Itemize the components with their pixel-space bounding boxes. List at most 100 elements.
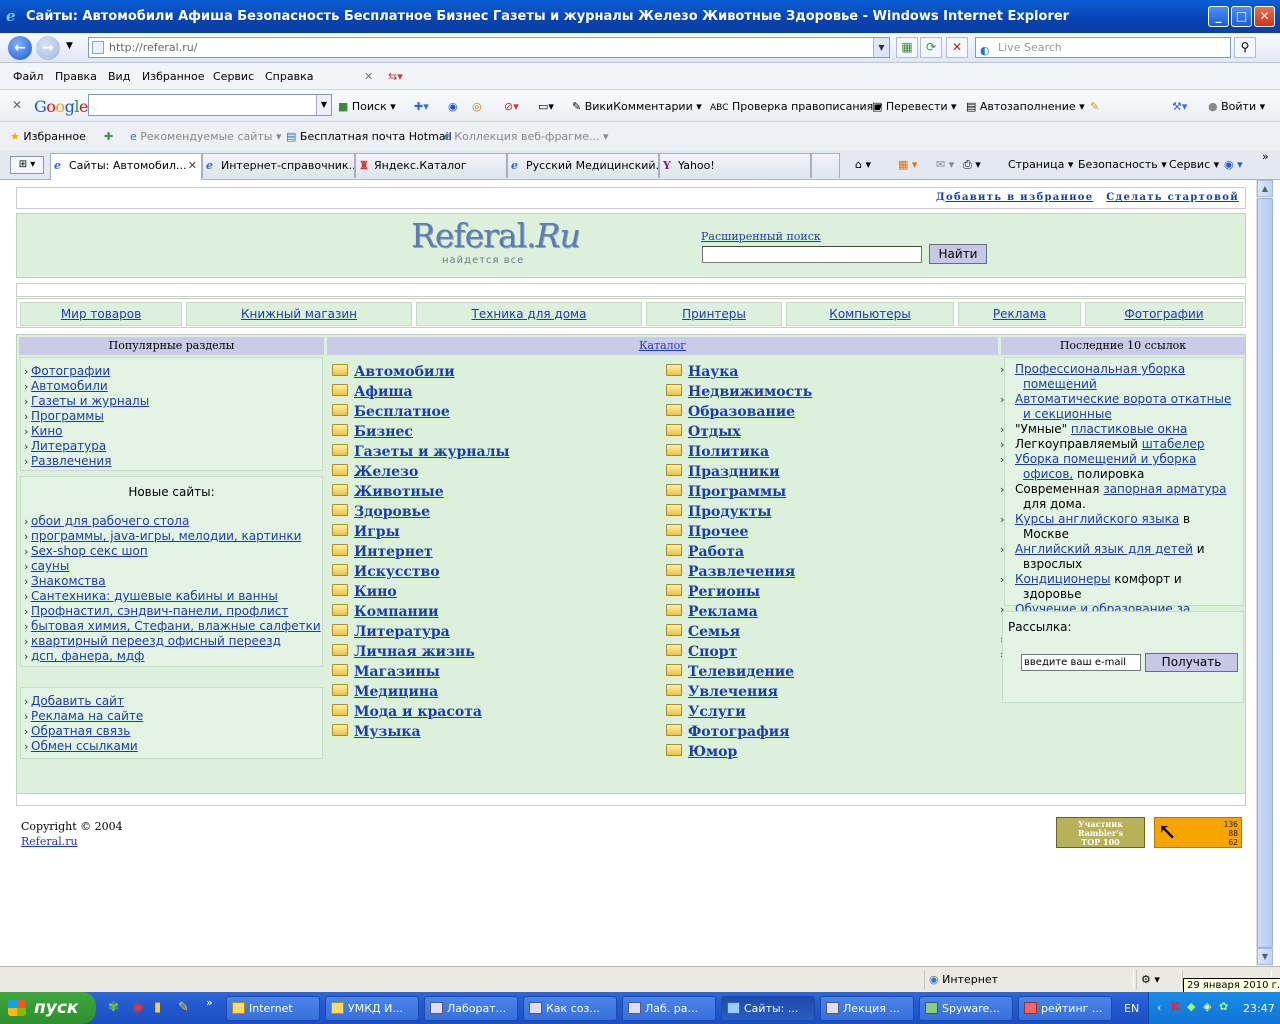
tray-antivirus-icon[interactable]: K: [1171, 1000, 1180, 1013]
catalog-link[interactable]: Семья: [688, 624, 740, 640]
catalog-link[interactable]: Регионы: [688, 584, 760, 600]
catalog-link[interactable]: Каталог: [639, 339, 686, 352]
catalog-link[interactable]: Здоровье: [354, 504, 430, 520]
catalog-link[interactable]: Политика: [688, 444, 769, 460]
settings-wrench-icon[interactable]: ⚒▾: [1172, 100, 1187, 113]
autofill-button[interactable]: ▤ Автозаполнение ▾: [966, 100, 1085, 113]
bookmarks-icon[interactable]: ▭▾: [538, 100, 554, 113]
catalog-link[interactable]: Услуги: [688, 704, 746, 720]
catalog-link[interactable]: Образование: [688, 404, 795, 420]
toolbar-close-icon[interactable]: ✕: [12, 98, 22, 112]
popup-blocker-icon[interactable]: ⊘▾: [504, 100, 519, 113]
live-search-input[interactable]: ◐ Live Search: [975, 37, 1231, 58]
catalog-link[interactable]: Прочее: [688, 524, 748, 540]
mail-icon[interactable]: ✉ ▾: [936, 158, 954, 171]
compatibility-icon[interactable]: ▦: [896, 37, 918, 58]
spellcheck-button[interactable]: ABC Проверка правописания ▾: [710, 100, 882, 113]
copyright-link[interactable]: Referal.ru: [21, 835, 78, 848]
catalog-link[interactable]: Реклама: [688, 604, 758, 620]
home-icon[interactable]: ⌂ ▾: [855, 158, 871, 171]
catalog-link[interactable]: Искусство: [354, 564, 440, 580]
tab-russian-medical[interactable]: e Русский Медицинский...: [507, 153, 659, 178]
catalog-link[interactable]: Бизнес: [354, 424, 413, 440]
menu-favorites[interactable]: Избранное: [142, 70, 204, 83]
catalog-link[interactable]: Животные: [354, 484, 444, 500]
vertical-scrollbar[interactable]: ▲ ▼: [1256, 180, 1273, 966]
menu-close-icon[interactable]: ✕: [364, 70, 373, 83]
google-search-input[interactable]: ▼: [88, 94, 332, 116]
tab-yahoo[interactable]: Y Yahoo!: [659, 153, 811, 178]
feeds-icon[interactable]: ▦ ▾: [898, 158, 917, 171]
maximize-button[interactable]: □: [1231, 6, 1252, 27]
language-indicator[interactable]: EN: [1124, 1002, 1139, 1015]
site-search-input[interactable]: [702, 246, 922, 263]
google-search-button[interactable]: ■ Поиск ▾: [338, 100, 396, 113]
tab-sites[interactable]: e Сайты: Автомобил... ✕: [50, 153, 202, 180]
translate-toolbar-icon[interactable]: ⇆▾: [388, 70, 403, 83]
menu-view[interactable]: Вид: [108, 70, 130, 83]
page-menu[interactable]: Страница ▾: [1008, 158, 1073, 171]
taskbar-item[interactable]: УМКД И...: [325, 996, 419, 1021]
quicklaunch-overflow-icon[interactable]: »: [206, 996, 213, 1009]
catalog-link[interactable]: Праздники: [688, 464, 779, 480]
catalog-link[interactable]: Газеты и журналы: [354, 444, 510, 460]
catalog-link[interactable]: Интернет: [354, 544, 433, 560]
catalog-link[interactable]: Увлечения: [688, 684, 778, 700]
catalog-link[interactable]: Работа: [688, 544, 744, 560]
nav-link[interactable]: Мир товаров: [61, 307, 141, 321]
catalog-link[interactable]: Музыка: [354, 724, 421, 740]
catalog-link[interactable]: Игры: [354, 524, 400, 540]
taskbar-item[interactable]: Spyware...: [919, 996, 1013, 1021]
catalog-link[interactable]: Компании: [354, 604, 439, 620]
search-go-icon[interactable]: ⚲: [1234, 37, 1256, 58]
quicklaunch-icon[interactable]: ✾: [108, 1000, 119, 1015]
signin-button[interactable]: ● Войти ▾: [1208, 100, 1265, 113]
site-logo[interactable]: Referal.Ru найдется все: [411, 216, 581, 272]
refresh-icon[interactable]: ⟳: [920, 37, 942, 58]
find-button[interactable]: Найти: [929, 244, 987, 264]
catalog-link[interactable]: Личная жизнь: [354, 644, 475, 660]
tab-yandex-catalog[interactable]: ♜ Яндекс.Каталог: [355, 153, 507, 178]
fav-item-webslices[interactable]: e Коллекция веб-фрагме... ▾: [444, 130, 609, 143]
nav-link[interactable]: Принтеры: [682, 307, 746, 321]
catalog-link[interactable]: Спорт: [688, 644, 737, 660]
tray-network-icon[interactable]: ◆: [1187, 1000, 1195, 1013]
subscribe-button[interactable]: Получать: [1145, 653, 1238, 672]
stop-icon[interactable]: ✕: [946, 37, 968, 58]
nav-link[interactable]: Фотографии: [1124, 307, 1203, 321]
catalog-link[interactable]: Железо: [354, 464, 418, 480]
catalog-link[interactable]: Литература: [354, 624, 450, 640]
make-homepage-link[interactable]: Сделать стартовой: [1106, 192, 1239, 203]
scroll-up-icon[interactable]: ▲: [1257, 180, 1273, 197]
new-tab-button[interactable]: [811, 153, 840, 178]
quicklaunch-folder-icon[interactable]: ▮: [154, 1000, 161, 1015]
taskbar-item[interactable]: Сайты: ...: [721, 996, 815, 1021]
catalog-link[interactable]: Афиша: [354, 384, 413, 400]
close-button[interactable]: ✕: [1254, 6, 1275, 27]
catalog-link[interactable]: Юмор: [688, 744, 737, 760]
tab-internet-directory[interactable]: e Интернет-справочник...: [202, 153, 355, 178]
quick-tabs-icon[interactable]: ⊞ ▾: [10, 156, 44, 174]
taskbar-item[interactable]: Лекция ...: [820, 996, 914, 1021]
nav-link[interactable]: Реклама: [993, 307, 1046, 321]
favorites-button[interactable]: ★ Избранное: [10, 130, 86, 143]
window-title-bar[interactable]: e Сайты: Автомобили Афиша Безопасность Б…: [0, 0, 1280, 33]
pagerank-icon[interactable]: ◉: [448, 100, 458, 113]
taskbar-item[interactable]: рейтинг ...: [1018, 996, 1112, 1021]
top100-counter-badge[interactable]: ↖ 136 88 62: [1154, 817, 1242, 848]
toolbar-overflow-icon[interactable]: »: [1262, 150, 1269, 163]
catalog-link[interactable]: Фотография: [688, 724, 789, 740]
nav-link[interactable]: Компьютеры: [829, 307, 910, 321]
tab-close-icon[interactable]: ✕: [188, 154, 197, 177]
menu-tools[interactable]: Сервис: [213, 70, 254, 83]
catalog-link[interactable]: Наука: [688, 364, 738, 380]
history-dropdown-icon[interactable]: ▼: [66, 41, 73, 51]
highlight-icon[interactable]: ✎: [1090, 100, 1099, 113]
catalog-link[interactable]: Недвижимость: [688, 384, 812, 400]
tray-clock[interactable]: 23:47: [1243, 1002, 1275, 1015]
catalog-link[interactable]: Кино: [354, 584, 397, 600]
catalog-link[interactable]: Медицина: [354, 684, 438, 700]
newsletter-email-input[interactable]: введите ваш e-mail: [1021, 654, 1141, 671]
menu-file[interactable]: Файл: [13, 70, 43, 83]
minimize-button[interactable]: _: [1208, 6, 1229, 27]
